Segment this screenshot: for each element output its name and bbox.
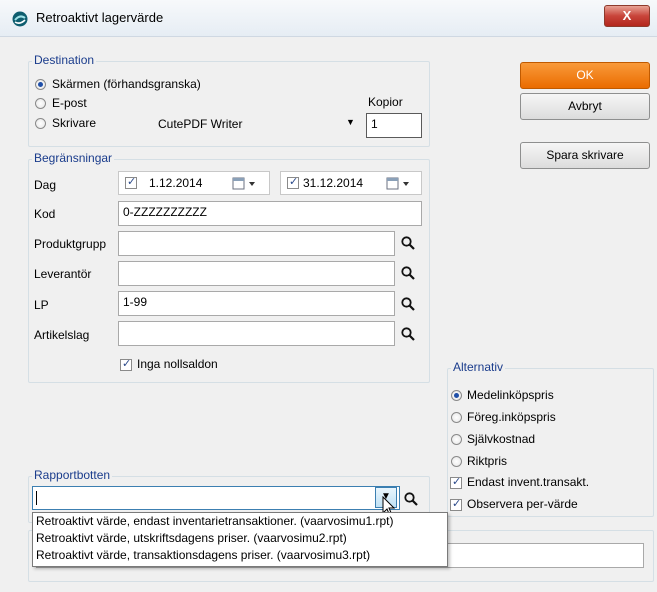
radio-cost-price-label: Självkostnad	[467, 432, 536, 446]
radio-guide-price[interactable]	[451, 456, 462, 467]
radio-prev-purchase-price-label: Föreg.inköpspris	[467, 410, 556, 424]
radio-cost-price[interactable]	[451, 434, 462, 445]
code-input[interactable]: 0-ZZZZZZZZZZ	[118, 201, 422, 226]
copies-input[interactable]: 1	[366, 113, 422, 138]
report-base-legend: Rapportbotten	[32, 468, 113, 482]
date-from-value: 1.12.2014	[149, 176, 203, 190]
lp-input[interactable]: 1-99	[118, 291, 395, 316]
radio-avg-purchase-price-label: Medelinköpspris	[467, 388, 554, 402]
only-inventory-label: Endast invent.transakt.	[467, 475, 590, 489]
search-icon[interactable]	[400, 296, 416, 312]
app-icon	[12, 11, 28, 27]
productgroup-input[interactable]	[118, 231, 395, 256]
report-base-combobox[interactable]	[32, 486, 400, 510]
supplier-input[interactable]	[118, 261, 395, 286]
radio-email[interactable]	[35, 98, 46, 109]
window-title: Retroaktivt lagervärde	[36, 10, 164, 25]
title-bar: Retroaktivt lagervärde X	[0, 0, 657, 37]
text-caret	[36, 491, 37, 505]
no-zero-checkbox[interactable]	[120, 357, 132, 371]
date-to-checkbox[interactable]	[287, 175, 299, 189]
date-from-checkbox[interactable]	[125, 175, 137, 189]
search-icon[interactable]	[400, 326, 416, 342]
date-from-picker[interactable]: 1.12.2014	[118, 171, 270, 195]
ok-button[interactable]: OK	[520, 62, 650, 89]
printer-value: CutePDF Writer	[158, 117, 243, 131]
destination-legend: Destination	[32, 53, 97, 67]
radio-printer[interactable]	[35, 118, 46, 129]
observe-period-label: Observera per-värde	[467, 497, 578, 511]
calendar-icon[interactable]	[231, 175, 259, 193]
no-zero-label: Inga nollsaldon	[137, 357, 218, 371]
articletype-label: Artikelslag	[34, 328, 90, 342]
articletype-input[interactable]	[118, 321, 395, 346]
lp-label: LP	[34, 298, 49, 312]
chevron-down-icon: ▼	[346, 117, 355, 127]
limits-legend: Begränsningar	[32, 151, 115, 165]
search-icon[interactable]	[400, 265, 416, 281]
radio-screen[interactable]	[35, 79, 46, 90]
supplier-label: Leverantör	[34, 267, 92, 281]
date-to-value: 31.12.2014	[303, 176, 364, 190]
radio-avg-purchase-price[interactable]	[451, 390, 462, 401]
save-printer-button[interactable]: Spara skrivare	[520, 142, 650, 169]
search-icon[interactable]	[403, 491, 419, 507]
radio-printer-label: Skrivare	[52, 116, 97, 130]
report-base-dropdown-list: Retroaktivt värde, endast inventarietran…	[32, 512, 448, 567]
copies-label: Kopior	[368, 95, 403, 109]
day-label: Dag	[34, 178, 57, 192]
dropdown-option[interactable]: Retroaktivt värde, utskriftsdagens prise…	[33, 530, 447, 547]
search-icon[interactable]	[400, 235, 416, 251]
radio-guide-price-label: Riktpris	[467, 454, 508, 468]
radio-email-label: E-post	[52, 96, 87, 110]
printer-select[interactable]: CutePDF Writer ▼	[152, 113, 362, 135]
close-button[interactable]: X	[604, 5, 650, 27]
alternatives-legend: Alternativ	[451, 360, 506, 374]
productgroup-label: Produktgrupp	[34, 237, 107, 251]
cancel-button[interactable]: Avbryt	[520, 93, 650, 120]
calendar-icon[interactable]	[385, 175, 413, 193]
observe-period-checkbox[interactable]	[450, 497, 462, 511]
only-inventory-checkbox[interactable]	[450, 475, 462, 489]
radio-screen-label: Skärmen (förhandsgranska)	[52, 77, 201, 91]
date-to-picker[interactable]: 31.12.2014	[280, 171, 422, 195]
dropdown-option[interactable]: Retroaktivt värde, transaktionsdagens pr…	[33, 547, 447, 564]
code-label: Kod	[34, 207, 56, 221]
radio-prev-purchase-price[interactable]	[451, 412, 462, 423]
dropdown-option[interactable]: Retroaktivt värde, endast inventarietran…	[33, 513, 447, 530]
